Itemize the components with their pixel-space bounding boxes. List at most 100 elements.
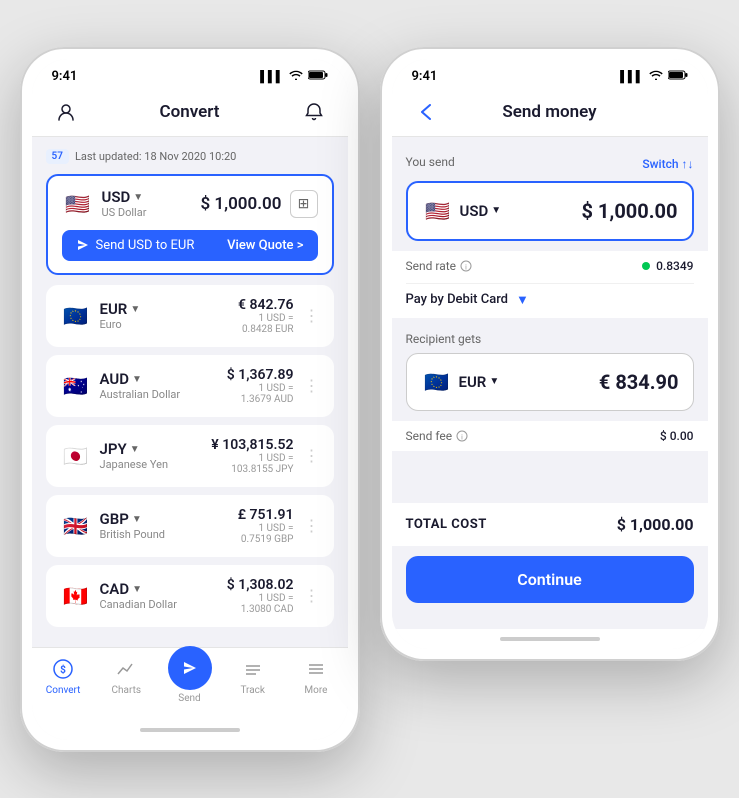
info-icon-rate: i	[460, 260, 472, 272]
cad-rate: 1 USD =1.3080 CAD	[227, 593, 294, 615]
rate-card-eur[interactable]: 🇪🇺 EUR ▼ Euro € 842.76 1 USD =0.8428 EUR	[46, 285, 334, 347]
cad-more-icon[interactable]: ⋮	[304, 586, 320, 605]
main-currency-card[interactable]: 🇺🇸 USD ▼ US Dollar $ 1,000.00	[46, 174, 334, 275]
send-money-content: You send Switch ↑↓ 🇺🇸 USD ▼	[392, 137, 708, 629]
status-bar-1: 9:41 ▌▌▌	[32, 59, 348, 90]
person-icon[interactable]	[52, 98, 80, 126]
wifi-icon-2	[649, 70, 663, 83]
recipient-gets-header: Recipient gets	[392, 318, 708, 353]
status-time-2: 9:41	[412, 69, 438, 84]
rate-card-jpy[interactable]: 🇯🇵 JPY ▼ Japanese Yen ¥ 103,815.52 1 USD…	[46, 425, 334, 487]
rate-cards-list: 🇪🇺 EUR ▼ Euro € 842.76 1 USD =0.8428 EUR	[46, 285, 334, 627]
scene: 9:41 ▌▌▌ Convert	[0, 27, 739, 772]
you-send-header: You send Switch ↑↓	[392, 149, 708, 181]
gbp-code: GBP ▼	[100, 510, 165, 528]
bottom-nav-1: $ Convert Charts Send	[32, 647, 348, 720]
send-fee-label: Send fee i	[406, 429, 469, 443]
send-nav-button[interactable]	[168, 646, 212, 690]
back-icon[interactable]	[412, 98, 440, 126]
home-indicator-2	[392, 629, 708, 649]
charts-nav-label: Charts	[112, 685, 142, 696]
recipient-currency-card[interactable]: 🇪🇺 EUR ▼ € 834.90	[406, 353, 694, 411]
home-indicator-1	[32, 720, 348, 740]
track-nav-label: Track	[240, 685, 265, 696]
convert-nav-label: Convert	[46, 685, 81, 696]
gbp-flag: 🇬🇧	[60, 510, 92, 542]
cad-code: CAD ▼	[100, 580, 177, 598]
usd-name: US Dollar	[102, 206, 147, 219]
send-info-section: Send rate i 0.8349 Pay by Debit Card ▼	[392, 251, 708, 318]
eur-flag: 🇪🇺	[60, 300, 92, 332]
nav-item-more[interactable]: More	[284, 656, 347, 704]
more-nav-icon	[305, 658, 327, 680]
jpy-code: JPY ▼	[100, 440, 169, 458]
send-currency-card[interactable]: 🇺🇸 USD ▼ $ 1,000.00	[406, 181, 694, 241]
view-quote: View Quote >	[227, 238, 303, 253]
send-icon	[76, 238, 90, 252]
battery-icon	[308, 70, 328, 83]
send-amount: $ 1,000.00	[581, 199, 677, 223]
send-usd-to-eur-button[interactable]: Send USD to EUR View Quote >	[62, 230, 318, 261]
eur-code: EUR ▼	[100, 300, 141, 318]
recipient-code: EUR ▼	[459, 373, 500, 391]
charts-nav-icon	[115, 658, 137, 680]
status-time-1: 9:41	[52, 69, 78, 84]
eur-more-icon[interactable]: ⋮	[304, 306, 320, 325]
aud-rate: 1 USD =1.3679 AUD	[227, 383, 294, 405]
eur-rate: 1 USD =0.8428 EUR	[238, 313, 293, 335]
nav-item-charts[interactable]: Charts	[95, 656, 158, 704]
rate-card-aud[interactable]: 🇦🇺 AUD ▼ Australian Dollar $ 1,367.89 1 …	[46, 355, 334, 417]
signal-icon-2: ▌▌▌	[620, 70, 643, 83]
total-cost-label: TOTAL COST	[406, 517, 487, 532]
jpy-amount: ¥ 103,815.52	[211, 437, 293, 453]
nav-bar-1: Convert	[32, 90, 348, 137]
rate-card-gbp[interactable]: 🇬🇧 GBP ▼ British Pound £ 751.91 1 USD =0…	[46, 495, 334, 557]
convert-nav-icon: $	[52, 658, 74, 680]
nav-item-track[interactable]: Track	[221, 656, 284, 704]
nav-item-send[interactable]: Send	[158, 656, 221, 704]
gbp-name: British Pound	[100, 528, 165, 541]
phone-send-money: 9:41 ▌▌▌ Send money	[380, 47, 720, 661]
total-cost-value: $ 1,000.00	[617, 515, 694, 534]
jpy-name: Japanese Yen	[100, 458, 169, 471]
you-send-label: You send	[406, 155, 455, 169]
phone-convert: 9:41 ▌▌▌ Convert	[20, 47, 360, 752]
aud-more-icon[interactable]: ⋮	[304, 376, 320, 395]
status-bar-2: 9:41 ▌▌▌	[392, 59, 708, 90]
jpy-more-icon[interactable]: ⋮	[304, 446, 320, 465]
jpy-rate: 1 USD =103.8155 JPY	[211, 453, 293, 475]
gbp-rate: 1 USD =0.7519 GBP	[238, 523, 294, 545]
aud-amount: $ 1,367.89	[227, 367, 294, 383]
eur-name: Euro	[100, 318, 141, 331]
info-icon-fee: i	[456, 430, 468, 442]
recipient-currency-selector[interactable]: 🇪🇺 EUR ▼	[421, 366, 500, 398]
send-nav-icon	[180, 658, 200, 678]
battery-icon-2	[668, 70, 688, 83]
status-icons-1: ▌▌▌	[260, 70, 327, 83]
send-rate-row: Send rate i 0.8349	[392, 251, 708, 281]
last-updated: 57 Last updated: 18 Nov 2020 10:20	[46, 149, 334, 164]
send-fee-value: $ 0.00	[660, 429, 694, 443]
rate-card-cad[interactable]: 🇨🇦 CAD ▼ Canadian Dollar $ 1,308.02 1 US…	[46, 565, 334, 627]
send-rate-label: Send rate i	[406, 259, 473, 273]
pay-method-row[interactable]: Pay by Debit Card ▼	[392, 284, 708, 316]
wifi-icon	[289, 70, 303, 83]
calculator-icon[interactable]: ⊞	[290, 190, 318, 218]
track-nav-icon	[242, 658, 264, 680]
eur-amount: € 842.76	[238, 297, 293, 313]
gbp-more-icon[interactable]: ⋮	[304, 516, 320, 535]
switch-button[interactable]: Switch ↑↓	[642, 157, 693, 171]
aud-name: Australian Dollar	[100, 388, 181, 401]
nav-item-convert[interactable]: $ Convert	[32, 656, 95, 704]
bell-icon[interactable]	[300, 98, 328, 126]
send-currency-selector[interactable]: 🇺🇸 USD ▼	[422, 195, 502, 227]
screen-content-1: 57 Last updated: 18 Nov 2020 10:20 🇺🇸 US…	[32, 137, 348, 647]
send-rate-value: 0.8349	[642, 259, 693, 273]
gbp-amount: £ 751.91	[238, 507, 294, 523]
svg-text:i: i	[461, 433, 463, 441]
usd-code[interactable]: USD ▼	[102, 188, 147, 206]
recipient-amount: € 834.90	[599, 370, 679, 394]
nav-title-1: Convert	[159, 102, 219, 122]
continue-button[interactable]: Continue	[406, 556, 694, 603]
send-money-title: Send money	[502, 102, 596, 122]
